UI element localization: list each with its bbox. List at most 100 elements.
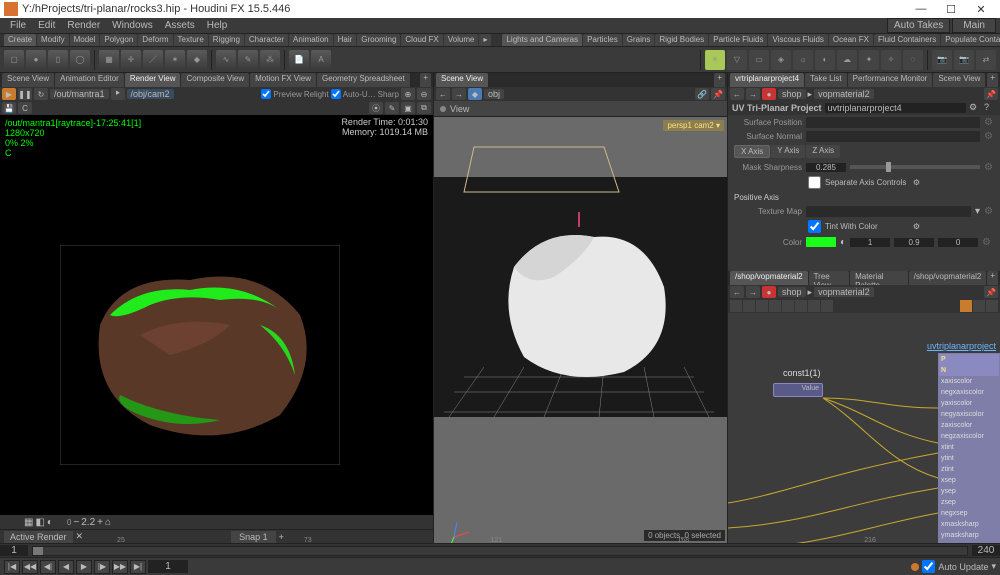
operator-name-field[interactable]: uvtriplanarproject4 [825,103,966,113]
shelf-tab[interactable]: Lights and Cameras [502,34,582,46]
tool-ambient[interactable]: ◌ [903,50,923,70]
tab-scene[interactable]: Scene View [933,73,985,87]
tab-composite[interactable]: Composite View [181,73,249,87]
add-tab-button[interactable]: + [420,73,431,87]
tool-spotlight[interactable]: ▽ [727,50,747,70]
take-main-dropdown[interactable]: Main [952,18,996,33]
shelf-tab[interactable]: Rigid Bodies [655,34,708,46]
shelf-tab[interactable]: Model [70,34,100,46]
home-icon[interactable]: ⌂ [105,517,111,528]
chevron-down-icon[interactable]: ▾ [991,561,996,572]
node-outputs-list[interactable]: P N xaxiscolornegxaxiscolor yaxiscolorne… [938,353,1000,543]
tab-geo-spreadsheet[interactable]: Geometry Spreadsheet [317,73,410,87]
tab-matpalette[interactable]: Material Palette [850,271,908,285]
add-tab-button[interactable]: + [714,73,725,87]
uvnode-label[interactable]: uvtriplanarproject [927,341,996,351]
render-viewport[interactable]: /out/mantra1[raytrace]-17:25:41[1] 1280x… [0,115,433,515]
shelf-tab[interactable]: Particles [583,34,622,46]
window-maximize-button[interactable]: ☐ [936,0,966,18]
shelf-tab[interactable]: Create [4,34,36,46]
gear-icon[interactable]: ⚙ [913,222,920,231]
color-swatch[interactable] [806,237,836,247]
net-tool[interactable] [795,300,807,312]
timeline-track[interactable]: 25 73 121 168 216 [32,546,968,556]
tool-drawcurve[interactable]: ✎ [238,50,258,70]
auto-takes-toggle[interactable]: Auto Takes [887,18,950,33]
picker-icon[interactable]: ⦿ [369,102,383,114]
tool-lsystem[interactable]: ✶ [165,50,185,70]
add-tab-button[interactable]: + [987,73,998,87]
rop-path-chip[interactable]: /out/mantra1 [50,89,109,99]
net-tool[interactable] [960,300,972,312]
current-frame-field[interactable]: 1 [148,560,188,573]
step-back-button[interactable]: ◀◀ [22,560,38,574]
crop-icon[interactable]: ⧉ [417,102,431,114]
back-icon[interactable]: ← [436,88,450,100]
shelf-tab[interactable]: Character [245,34,288,46]
gear-icon[interactable]: ⚙ [969,102,981,114]
sharp-dec[interactable]: ⊖ [417,88,431,100]
add-tab-button[interactable]: + [987,271,998,285]
render-button[interactable]: ▶ [2,88,16,100]
pause-button[interactable]: ❚❚ [18,88,32,100]
gear-icon[interactable]: ⚙ [982,237,992,247]
preview-checkbox[interactable] [261,89,271,99]
play-button[interactable]: ▶ [76,560,92,574]
pin-icon[interactable]: 📌 [984,286,998,298]
tool-pointlight[interactable]: ☀ [705,50,725,70]
frame-end-field[interactable]: 240 [972,545,1000,556]
tool-geolight[interactable]: ◈ [771,50,791,70]
shelf-tab[interactable]: Cloud FX [401,34,442,46]
obj-icon[interactable]: ◆ [468,88,482,100]
lut-icon[interactable]: ◐ [47,517,53,528]
tool-null[interactable]: ✛ [121,50,141,70]
tab-takes[interactable]: Take List [805,73,847,87]
shelf-tab[interactable]: Modify [37,34,69,46]
tab-xaxis[interactable]: X Axis [734,145,770,158]
menu-windows[interactable]: Windows [106,20,159,31]
color-g[interactable]: 0.9 [894,238,934,247]
camera-label[interactable]: persp1 cam2 ▾ [663,120,724,131]
net-tool[interactable] [986,300,998,312]
tool-torus[interactable]: ◯ [70,50,90,70]
tool-file[interactable]: 📄 [289,50,309,70]
gear-icon[interactable]: ⚙ [984,117,994,127]
c-channel-button[interactable]: C [18,102,32,114]
timeline[interactable]: 1 25 73 121 168 216 240 [0,543,1000,557]
shop-chip[interactable]: shop [778,89,806,99]
menu-render[interactable]: Render [61,20,106,31]
material-chip[interactable]: vopmaterial2 [814,287,874,297]
node-const[interactable]: Value [773,383,823,397]
surface-norm-field[interactable] [806,131,980,142]
net-tool[interactable] [808,300,820,312]
scene-3d-viewport[interactable]: persp1 cam2 ▾ [434,117,727,543]
zoom-out-icon[interactable]: − [73,517,79,528]
gear-icon[interactable]: ⚙ [913,178,920,187]
tool-arealight[interactable]: ▭ [749,50,769,70]
tool-box[interactable]: ▢ [4,50,24,70]
tab-yaxis[interactable]: Y Axis [771,145,805,158]
net-tool[interactable] [973,300,985,312]
goto-start-button[interactable]: |◀ [4,560,20,574]
shelf-tab[interactable]: Animation [289,34,333,46]
shelf-tab[interactable]: Polygon [100,34,137,46]
tool-curve[interactable]: ∿ [216,50,236,70]
frame-start-field[interactable]: 1 [0,545,28,556]
tab-treeview[interactable]: Tree View [809,271,850,285]
step-fwd-button[interactable]: ▶▶ [112,560,128,574]
tab-network[interactable]: /shop/vopmaterial2 [730,271,808,285]
gear-icon[interactable]: ⚙ [984,162,994,172]
tool-caustic[interactable]: ✧ [881,50,901,70]
tool-skylight[interactable]: ☁ [837,50,857,70]
gear-icon[interactable]: ⚙ [984,131,994,141]
cam-path-chip[interactable]: /obj/cam2 [127,89,174,99]
net-tool[interactable] [756,300,768,312]
tab-anim-editor[interactable]: Animation Editor [55,73,124,87]
save-icon[interactable]: 💾 [2,102,16,114]
auto-update-checkbox[interactable] [922,560,935,573]
next-frame-button[interactable]: |▶ [94,560,110,574]
zoom-in-icon[interactable]: + [97,517,103,528]
tool-vrcam[interactable]: 📷 [954,50,974,70]
shelf-tab[interactable]: Texture [174,34,208,46]
tool-gilight[interactable]: ✦ [859,50,879,70]
